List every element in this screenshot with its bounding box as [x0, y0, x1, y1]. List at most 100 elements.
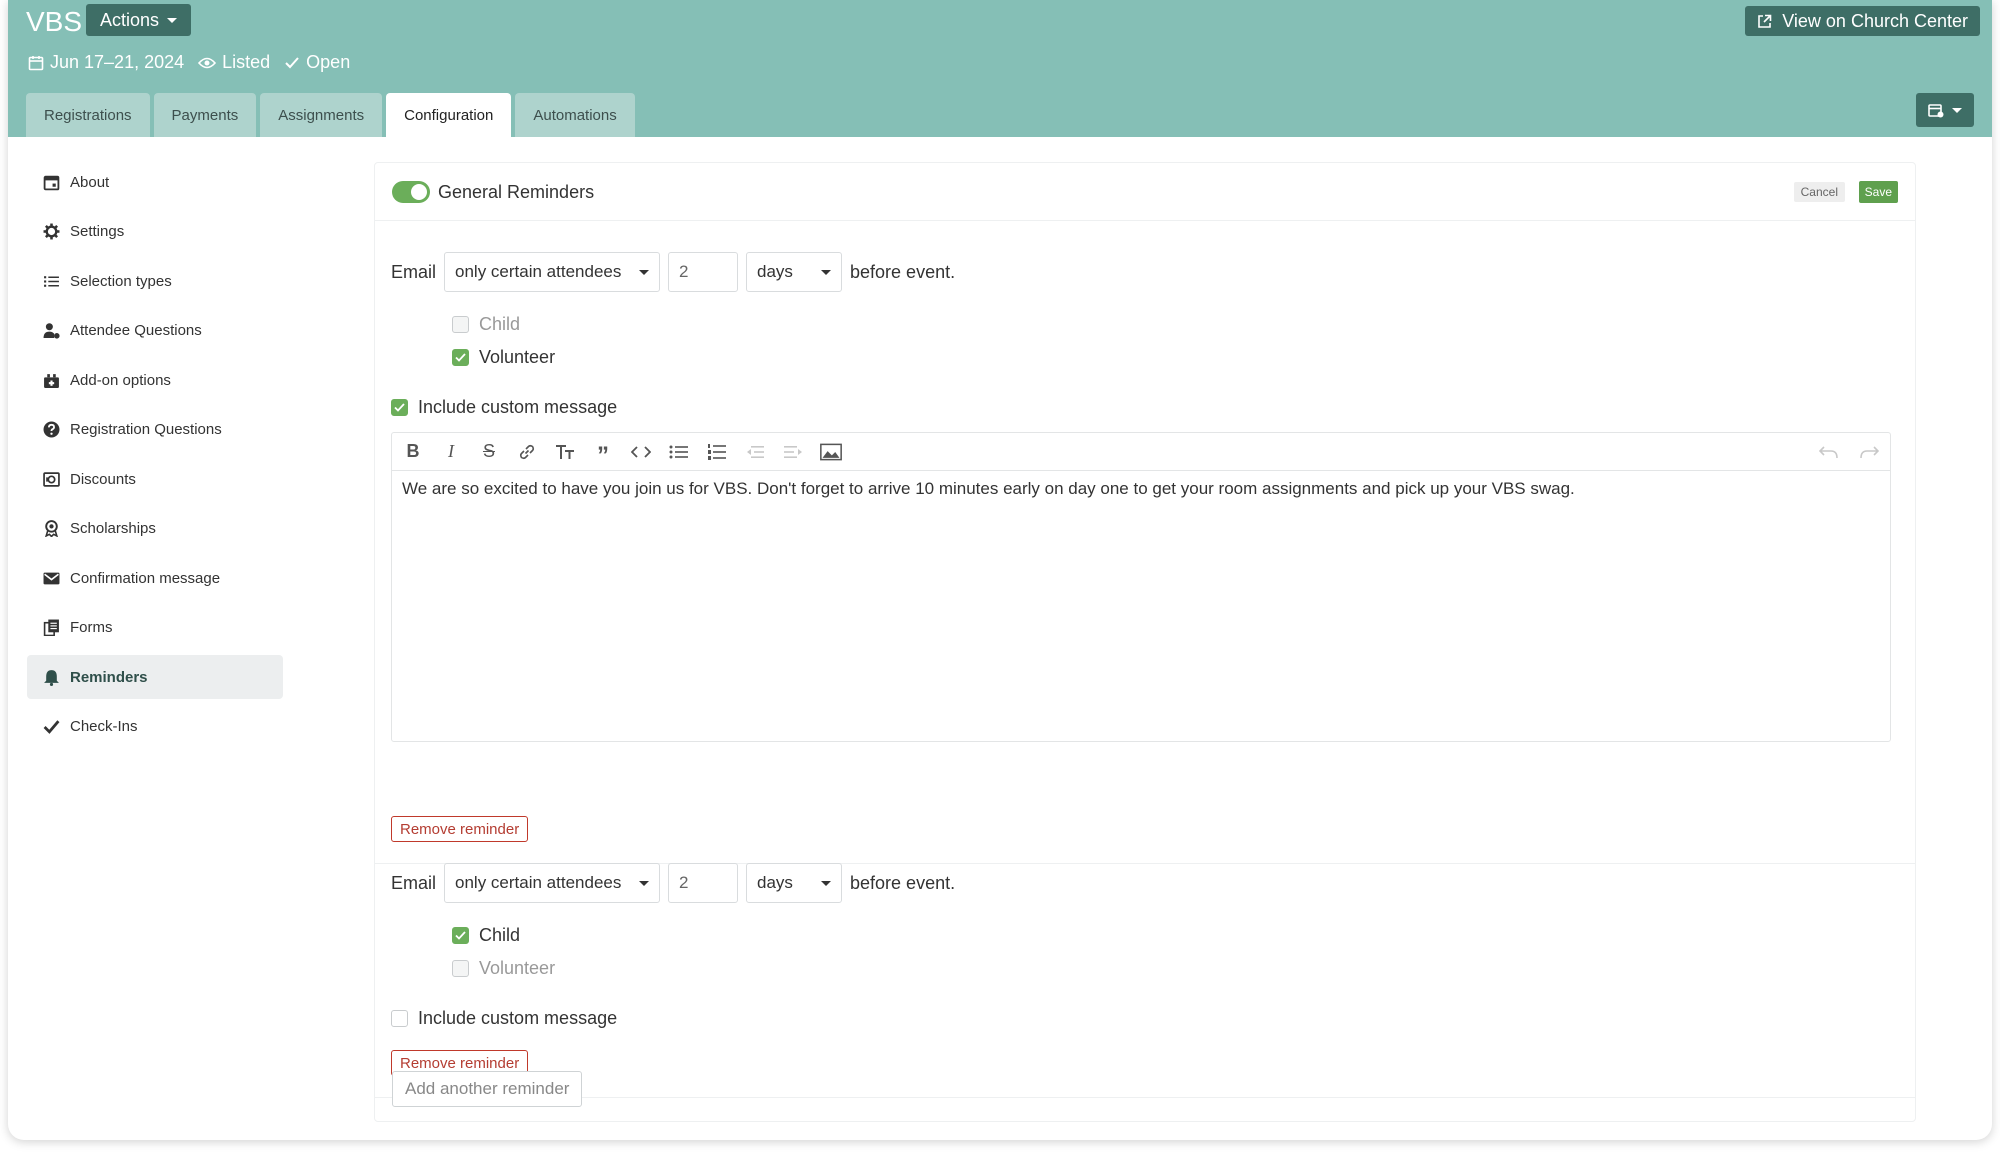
sidebar-item-registration-questions[interactable]: Registration Questions	[27, 408, 283, 452]
checkmark-icon	[452, 349, 469, 366]
suffix-label: before event.	[850, 872, 956, 893]
event-header: VBS Actions Jun 17–21, 2024 Listed Open …	[8, 0, 1992, 137]
channel-label: Email	[391, 872, 437, 893]
checkmark-icon	[391, 399, 408, 416]
sidebar-item-settings[interactable]: Settings	[27, 210, 283, 254]
sidebar-item-attendee-questions[interactable]: Attendee Questions	[27, 309, 283, 353]
bold-icon[interactable]: B	[402, 441, 424, 463]
remove-reminder-button[interactable]: Remove reminder	[391, 816, 529, 842]
reminder-1-rule: Email only certain attendees 2 days befo…	[391, 252, 955, 292]
calendar-icon	[43, 175, 60, 190]
gift-box-icon	[44, 373, 59, 388]
include-custom-message-checkbox[interactable]: Include custom message	[391, 397, 617, 418]
add-another-reminder-button[interactable]: Add another reminder	[392, 1071, 583, 1107]
tab-bar: Registrations Payments Assignments Confi…	[26, 93, 635, 137]
panel-title: General Reminders	[438, 182, 595, 202]
config-sidebar: About Settings Selection types Attendee …	[27, 160, 283, 754]
numbered-list-icon[interactable]	[706, 441, 728, 463]
reminders-panel: General Reminders Cancel Save Email only…	[374, 162, 1916, 1122]
open-status: Open	[284, 52, 350, 73]
bullet-list-icon[interactable]	[668, 441, 690, 463]
listed-status: Listed	[198, 52, 270, 73]
image-icon[interactable]	[820, 441, 842, 463]
external-link-icon	[1758, 14, 1772, 28]
tab-payments[interactable]: Payments	[153, 93, 257, 137]
award-icon	[45, 520, 58, 537]
amount-input[interactable]: 2	[668, 863, 739, 903]
general-reminders-toggle[interactable]	[392, 181, 430, 203]
gear-icon	[43, 223, 60, 240]
actions-label: Actions	[100, 9, 160, 30]
question-circle-icon	[43, 421, 60, 438]
eye-icon	[198, 57, 217, 68]
checkbox-box	[452, 316, 469, 333]
message-textarea[interactable]: We are so excited to have you join us fo…	[392, 471, 1890, 741]
audience-select[interactable]: only certain attendees	[444, 863, 661, 903]
app-window: VBS Actions Jun 17–21, 2024 Listed Open …	[8, 0, 1992, 1140]
tab-automations[interactable]: Automations	[515, 93, 635, 137]
user-question-icon	[43, 323, 60, 339]
option-volunteer-checkbox[interactable]: Volunteer	[452, 958, 555, 979]
audience-select[interactable]: only certain attendees	[444, 252, 661, 292]
discount-icon	[43, 471, 60, 487]
code-icon[interactable]	[630, 441, 652, 463]
sidebar-item-confirmation-message[interactable]: Confirmation message	[27, 556, 283, 600]
checkbox-box	[391, 1010, 408, 1027]
calendar-add-icon	[1928, 103, 1944, 117]
quote-icon[interactable]: ”	[592, 441, 614, 469]
amount-input[interactable]: 2	[668, 252, 739, 292]
event-title: VBS	[26, 6, 83, 37]
event-meta: Jun 17–21, 2024 Listed Open	[28, 52, 350, 73]
unit-select[interactable]: days	[746, 863, 843, 903]
channel-label: Email	[391, 261, 437, 282]
calendar-menu-button[interactable]	[1916, 93, 1974, 127]
bell-icon	[44, 669, 59, 686]
envelope-icon	[43, 572, 60, 584]
sidebar-item-discounts[interactable]: Discounts	[27, 457, 283, 501]
redo-icon[interactable]	[1858, 441, 1880, 463]
chevron-down-icon	[821, 880, 832, 886]
view-on-church-center-button[interactable]: View on Church Center	[1745, 6, 1980, 36]
check-icon	[43, 720, 60, 734]
message-editor: B I S ” We are so excited to have you jo…	[391, 432, 1891, 742]
save-button[interactable]: Save	[1858, 181, 1898, 203]
unit-select[interactable]: days	[746, 252, 843, 292]
tab-configuration[interactable]: Configuration	[386, 93, 512, 137]
editor-toolbar: B I S ”	[392, 433, 1890, 471]
sidebar-item-check-ins[interactable]: Check-Ins	[27, 705, 283, 749]
tab-registrations[interactable]: Registrations	[26, 93, 150, 137]
suffix-label: before event.	[850, 261, 956, 282]
chevron-down-icon	[639, 880, 650, 886]
option-child-checkbox[interactable]: Child	[452, 314, 520, 335]
chevron-down-icon	[1952, 107, 1962, 113]
strikethrough-icon[interactable]: S	[478, 441, 500, 463]
option-volunteer-checkbox[interactable]: Volunteer	[452, 347, 555, 368]
checkmark-icon	[452, 927, 469, 944]
italic-icon[interactable]: I	[440, 441, 462, 463]
check-icon	[285, 56, 299, 68]
include-custom-message-checkbox[interactable]: Include custom message	[391, 1008, 617, 1029]
sidebar-item-reminders[interactable]: Reminders	[27, 655, 283, 699]
chevron-down-icon	[639, 269, 650, 275]
chevron-down-icon	[821, 269, 832, 275]
history-controls	[1818, 441, 1880, 463]
list-icon	[44, 275, 59, 287]
cancel-button[interactable]: Cancel	[1793, 182, 1845, 202]
sidebar-item-forms[interactable]: Forms	[27, 606, 283, 650]
documents-icon	[43, 619, 59, 636]
sidebar-item-scholarships[interactable]: Scholarships	[27, 507, 283, 551]
text-size-icon[interactable]	[554, 441, 576, 463]
reminder-2-rule: Email only certain attendees 2 days befo…	[391, 863, 955, 903]
undo-icon[interactable]	[1818, 441, 1840, 463]
event-date: Jun 17–21, 2024	[28, 52, 184, 73]
sidebar-item-add-on-options[interactable]: Add-on options	[27, 358, 283, 402]
sidebar-item-selection-types[interactable]: Selection types	[27, 259, 283, 303]
outdent-icon[interactable]	[744, 441, 766, 463]
chevron-down-icon	[167, 17, 178, 23]
option-child-checkbox[interactable]: Child	[452, 925, 520, 946]
sidebar-item-about[interactable]: About	[27, 160, 283, 204]
actions-button[interactable]: Actions	[86, 4, 192, 36]
link-icon[interactable]	[516, 441, 538, 463]
indent-icon[interactable]	[782, 441, 804, 463]
tab-assignments[interactable]: Assignments	[260, 93, 383, 137]
